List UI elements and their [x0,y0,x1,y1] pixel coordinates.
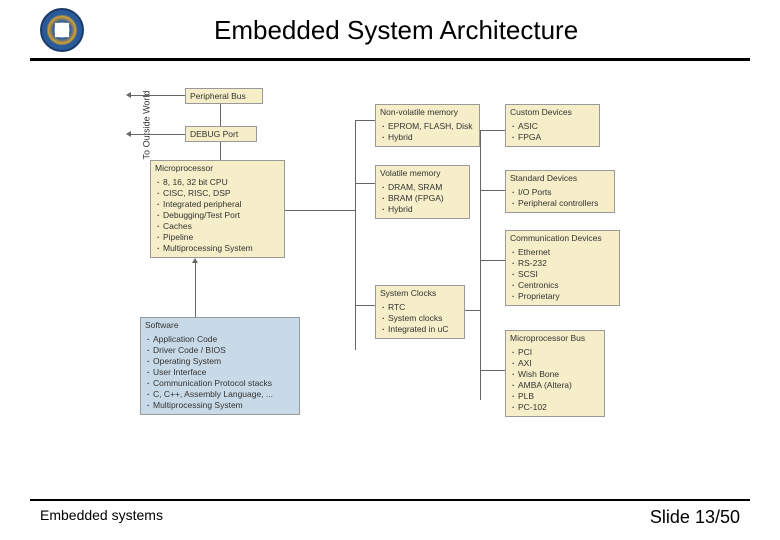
footer: Embedded systems Slide 13/50 [0,499,780,528]
list-item: Hybrid [380,132,475,143]
list-item: Hybrid [380,204,465,215]
box-microprocessor-bus: Microprocessor Bus PCIAXIWish BoneAMBA (… [505,330,605,417]
box-title: Microprocessor [151,161,284,175]
list-item: Multiprocessing System [155,243,280,254]
box-standard-devices: Standard Devices I/O PortsPeripheral con… [505,170,615,213]
list-item: C, C++, Assembly Language, ... [145,389,295,400]
list-item: PLB [510,391,600,402]
box-communication-devices: Communication Devices EthernetRS-232SCSI… [505,230,620,306]
list-item: FPGA [510,132,595,143]
list-item: Driver Code / BIOS [145,345,295,356]
divider-bottom [30,499,750,501]
list-item: Integrated in uC [380,324,460,335]
list-item: Wish Bone [510,369,600,380]
list-item: EPROM, FLASH, Disk [380,121,475,132]
list-item: ASIC [510,121,595,132]
list-item: Proprietary [510,291,615,302]
box-custom-devices: Custom Devices ASICFPGA [505,104,600,147]
box-system-clocks: System Clocks RTCSystem clocksIntegrated… [375,285,465,339]
box-title: Peripheral Bus [186,89,262,103]
box-debug-port: DEBUG Port [185,126,257,142]
box-title: Communication Devices [506,231,619,245]
list-item: Pipeline [155,232,280,243]
list-item: Application Code [145,334,295,345]
box-software: Software Application CodeDriver Code / B… [140,317,300,415]
list-item: User Interface [145,367,295,378]
list-item: RTC [380,302,460,313]
list-item: Debugging/Test Port [155,210,280,221]
list-item: PC-102 [510,402,600,413]
list-item: Multiprocessing System [145,400,295,411]
box-nonvolatile-memory: Non-volatile memory EPROM, FLASH, DiskHy… [375,104,480,147]
list-item: I/O Ports [510,187,610,198]
list-item: Caches [155,221,280,232]
box-title: Software [141,318,299,332]
list-item: CISC, RISC, DSP [155,188,280,199]
list-item: Centronics [510,280,615,291]
list-item: System clocks [380,313,460,324]
box-peripheral-bus: Peripheral Bus [185,88,263,104]
box-title: Custom Devices [506,105,599,119]
footer-left: Embedded systems [40,507,163,528]
list-item: AXI [510,358,600,369]
box-microprocessor: Microprocessor 8, 16, 32 bit CPUCISC, RI… [150,160,285,258]
box-title: Standard Devices [506,171,614,185]
divider-top [30,58,750,61]
box-title: Non-volatile memory [376,105,479,119]
page-title: Embedded System Architecture [214,15,578,46]
list-item: Peripheral controllers [510,198,610,209]
list-item: AMBA (Altera) [510,380,600,391]
architecture-diagram: To Outside World Peripheral Bus DEBUG Po… [130,80,690,460]
list-item: BRAM (FPGA) [380,193,465,204]
list-item: Ethernet [510,247,615,258]
list-item: PCI [510,347,600,358]
box-title: Volatile memory [376,166,469,180]
box-volatile-memory: Volatile memory DRAM, SRAMBRAM (FPGA)Hyb… [375,165,470,219]
list-item: Operating System [145,356,295,367]
list-item: SCSI [510,269,615,280]
list-item: Communication Protocol stacks [145,378,295,389]
logo-icon [40,8,84,52]
list-item: RS-232 [510,258,615,269]
box-title: Microprocessor Bus [506,331,604,345]
list-item: DRAM, SRAM [380,182,465,193]
list-item: Integrated peripheral [155,199,280,210]
slide-number: Slide 13/50 [650,507,740,528]
box-title: DEBUG Port [186,127,256,141]
list-item: 8, 16, 32 bit CPU [155,177,280,188]
box-title: System Clocks [376,286,464,300]
outside-world-label: To Outside World [141,91,151,160]
